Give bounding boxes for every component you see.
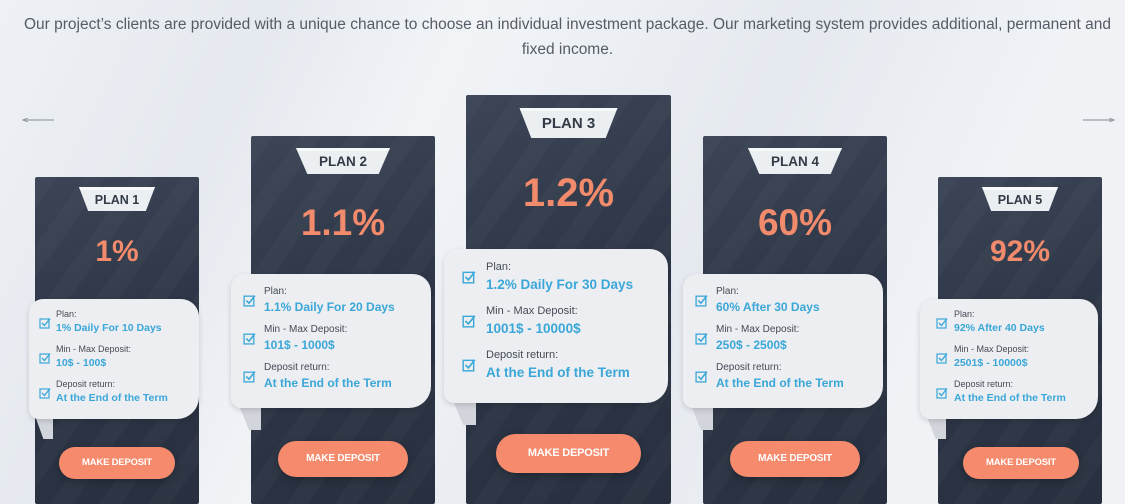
plan-label: Plan: [716,286,739,297]
deposit-row: Min - Max Deposit: 2501$ - 10000$ [936,344,1029,369]
checkbox-icon [695,295,708,307]
checkbox-icon [462,271,476,284]
deposit-row: Min - Max Deposit: 1001$ - 10000$ [462,305,581,336]
return-row: Deposit return: At the End of the Term [695,362,844,390]
make-deposit-button[interactable]: MAKE DEPOSIT [278,441,408,477]
deposit-label: Min - Max Deposit: [264,324,348,335]
plan-value: 1.1% Daily For 20 Days [264,300,395,314]
plan-label: Plan: [56,309,77,319]
plan-name-tag: PLAN 5 [982,187,1058,211]
carousel-prev-button[interactable] [22,118,54,122]
return-value: At the End of the Term [264,376,392,390]
checkbox-icon [462,359,476,372]
arrow-right-icon [1083,118,1115,122]
plan-percent: 1.1% [300,202,386,243]
make-deposit-button[interactable]: MAKE DEPOSIT [59,447,175,479]
plan-row: Plan: 60% After 30 Days [695,286,820,314]
intro-text: Our project’s clients are provided with … [23,16,1112,58]
checkbox-icon [243,333,256,345]
return-value: At the End of the Term [486,365,630,380]
plan-card-3: PLAN 3 1.2% Plan: 1.2% Daily For 30 Days… [444,95,671,504]
plan-info-panel: Plan: 92% After 40 Days Min - Max Deposi… [920,299,1098,419]
make-deposit-button[interactable]: MAKE DEPOSIT [963,447,1079,479]
checkbox-icon [462,315,476,328]
plan-row: Plan: 92% After 40 Days [936,309,1045,334]
deposit-row: Min - Max Deposit: 101$ - 1000$ [243,324,347,352]
return-value: At the End of the Term [716,376,844,390]
plan-info-panel: Plan: 1% Daily For 10 Days Min - Max Dep… [29,299,199,419]
return-label: Deposit return: [716,362,782,373]
deposit-value: 101$ - 1000$ [264,338,335,352]
checkbox-icon [39,353,51,364]
plan-name-tag: PLAN 4 [748,148,842,174]
return-label: Deposit return: [954,379,1014,389]
return-value: At the End of the Term [56,392,168,404]
deposit-value: 2501$ - 10000$ [954,357,1028,369]
return-label: Deposit return: [486,349,559,361]
plan-card-5: PLAN 5 92% Plan: 92% After 40 Days Min -… [920,177,1102,504]
plan-label: Plan: [264,286,287,297]
plan-label: Plan: [486,261,512,273]
plan-percent: 1.2% [522,171,615,215]
checkbox-icon [695,333,708,345]
return-value: At the End of the Term [954,392,1066,404]
plan-value: 92% After 40 Days [954,322,1045,334]
checkbox-icon [243,371,256,383]
checkbox-icon [936,388,948,399]
plan-info-panel: Plan: 60% After 30 Days Min - Max Deposi… [683,274,883,408]
deposit-row: Min - Max Deposit: 10$ - 100$ [39,344,131,369]
plan-row: Plan: 1.2% Daily For 30 Days [462,261,633,292]
return-label: Deposit return: [56,379,116,389]
plan-name-tag: PLAN 1 [79,187,155,211]
arrow-left-icon [22,118,54,122]
plan-card-1: PLAN 1 1% Plan: 1% Daily For 10 Days Min… [29,177,199,504]
checkbox-icon [936,318,948,329]
plan-info-panel: Plan: 1.2% Daily For 30 Days Min - Max D… [444,249,668,403]
deposit-label: Min - Max Deposit: [954,344,1030,354]
deposit-label: Min - Max Deposit: [56,344,132,354]
checkbox-icon [936,353,948,364]
make-deposit-button[interactable]: MAKE DEPOSIT [496,434,641,473]
deposit-label: Min - Max Deposit: [486,305,578,317]
checkbox-icon [695,371,708,383]
plan-value: 1% Daily For 10 Days [56,322,162,334]
carousel-next-button[interactable] [1083,118,1115,122]
plan-row: Plan: 1.1% Daily For 20 Days [243,286,395,314]
deposit-value: 250$ - 2500$ [716,338,787,352]
plan-percent: 92% [989,235,1051,268]
plan-name-tag: PLAN 3 [519,108,618,138]
return-row: Deposit return: At the End of the Term [243,362,392,390]
plan-row: Plan: 1% Daily For 10 Days [39,309,162,334]
deposit-row: Min - Max Deposit: 250$ - 2500$ [695,324,799,352]
return-row: Deposit return: At the End of the Term [936,379,1066,404]
deposit-label: Min - Max Deposit: [716,324,800,335]
plan-label: Plan: [954,309,975,319]
deposit-value: 10$ - 100$ [56,357,107,369]
make-deposit-button[interactable]: MAKE DEPOSIT [730,441,860,477]
return-row: Deposit return: At the End of the Term [39,379,168,404]
plan-value: 1.2% Daily For 30 Days [486,277,634,292]
checkbox-icon [39,388,51,399]
checkbox-icon [243,295,256,307]
plan-card-2: PLAN 2 1.1% Plan: 1.1% Daily For 20 Days… [231,136,435,504]
plan-name-tag: PLAN 2 [296,148,390,174]
plan-percent: 60% [757,202,833,243]
plan-card-4: PLAN 4 60% Plan: 60% After 30 Days Min -… [683,136,887,504]
plan-percent: 1% [95,235,139,268]
plan-info-panel: Plan: 1.1% Daily For 20 Days Min - Max D… [231,274,431,408]
return-row: Deposit return: At the End of the Term [462,349,630,380]
deposit-value: 1001$ - 10000$ [486,321,581,336]
checkbox-icon [39,318,51,329]
plan-value: 60% After 30 Days [716,300,820,314]
return-label: Deposit return: [264,362,330,373]
